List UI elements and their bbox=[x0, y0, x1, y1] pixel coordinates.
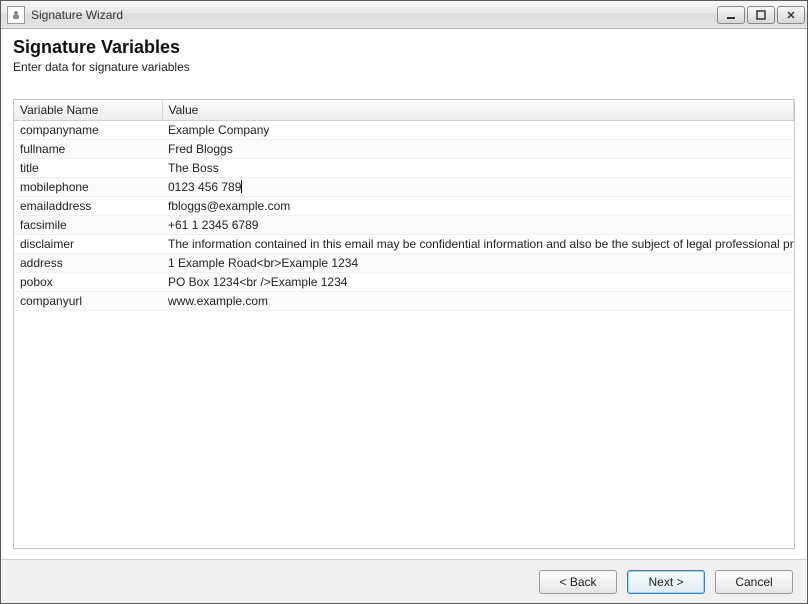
variable-value-cell[interactable]: Example Company bbox=[162, 121, 794, 140]
window-controls bbox=[717, 6, 805, 24]
variable-value-cell[interactable]: +61 1 2345 6789 bbox=[162, 216, 794, 235]
window-title: Signature Wizard bbox=[31, 8, 123, 22]
maximize-icon bbox=[756, 10, 766, 20]
cancel-button[interactable]: Cancel bbox=[715, 570, 793, 594]
signature-wizard-window: Signature Wizard Signature Variables Ent… bbox=[0, 0, 808, 604]
table-row[interactable]: address1 Example Road<br>Example 1234 bbox=[14, 254, 794, 273]
variable-name-cell[interactable]: mobilephone bbox=[14, 178, 162, 197]
table-row[interactable]: mobilephone0123 456 789 bbox=[14, 178, 794, 197]
wizard-content: Signature Variables Enter data for signa… bbox=[1, 29, 807, 559]
page-subtitle: Enter data for signature variables bbox=[13, 60, 795, 74]
wizard-footer: < Back Next > Cancel bbox=[1, 559, 807, 603]
table-row[interactable]: disclaimerThe information contained in t… bbox=[14, 235, 794, 254]
text-caret bbox=[241, 180, 242, 193]
table-row[interactable]: fullnameFred Bloggs bbox=[14, 140, 794, 159]
maximize-button[interactable] bbox=[747, 6, 775, 24]
wizard-header: Signature Variables Enter data for signa… bbox=[1, 29, 807, 85]
column-header-name[interactable]: Variable Name bbox=[14, 100, 162, 121]
variable-value-cell[interactable]: The information contained in this email … bbox=[162, 235, 794, 254]
next-button[interactable]: Next > bbox=[627, 570, 705, 594]
page-heading: Signature Variables bbox=[13, 37, 795, 58]
variable-value-cell[interactable]: 1 Example Road<br>Example 1234 bbox=[162, 254, 794, 273]
variable-name-cell[interactable]: address bbox=[14, 254, 162, 273]
variable-name-cell[interactable]: companyname bbox=[14, 121, 162, 140]
table-row[interactable]: poboxPO Box 1234<br />Example 1234 bbox=[14, 273, 794, 292]
variables-table-container: Variable Name Value companynameExample C… bbox=[13, 99, 795, 549]
variable-name-cell[interactable]: pobox bbox=[14, 273, 162, 292]
minimize-button[interactable] bbox=[717, 6, 745, 24]
table-row[interactable]: facsimile +61 1 2345 6789 bbox=[14, 216, 794, 235]
variable-value-cell[interactable]: fbloggs@example.com bbox=[162, 197, 794, 216]
variable-value-cell[interactable]: 0123 456 789 bbox=[162, 178, 794, 197]
variable-value-cell[interactable]: The Boss bbox=[162, 159, 794, 178]
table-empty-area bbox=[14, 311, 794, 548]
variable-value-cell[interactable]: PO Box 1234<br />Example 1234 bbox=[162, 273, 794, 292]
close-icon bbox=[786, 10, 796, 20]
table-row[interactable]: companyurlwww.example.com bbox=[14, 292, 794, 311]
variable-name-cell[interactable]: emailaddress bbox=[14, 197, 162, 216]
variables-table[interactable]: Variable Name Value companynameExample C… bbox=[14, 100, 794, 311]
table-row[interactable]: emailaddressfbloggs@example.com bbox=[14, 197, 794, 216]
minimize-icon bbox=[726, 10, 736, 20]
variable-value-cell[interactable]: Fred Bloggs bbox=[162, 140, 794, 159]
back-button[interactable]: < Back bbox=[539, 570, 617, 594]
variable-name-cell[interactable]: disclaimer bbox=[14, 235, 162, 254]
table-row[interactable]: titleThe Boss bbox=[14, 159, 794, 178]
variable-value-cell[interactable]: www.example.com bbox=[162, 292, 794, 311]
variable-name-cell[interactable]: facsimile bbox=[14, 216, 162, 235]
app-icon bbox=[7, 6, 25, 24]
table-row[interactable]: companynameExample Company bbox=[14, 121, 794, 140]
close-button[interactable] bbox=[777, 6, 805, 24]
column-header-value[interactable]: Value bbox=[162, 100, 794, 121]
variable-name-cell[interactable]: fullname bbox=[14, 140, 162, 159]
variable-name-cell[interactable]: companyurl bbox=[14, 292, 162, 311]
titlebar[interactable]: Signature Wizard bbox=[1, 1, 807, 29]
variable-name-cell[interactable]: title bbox=[14, 159, 162, 178]
